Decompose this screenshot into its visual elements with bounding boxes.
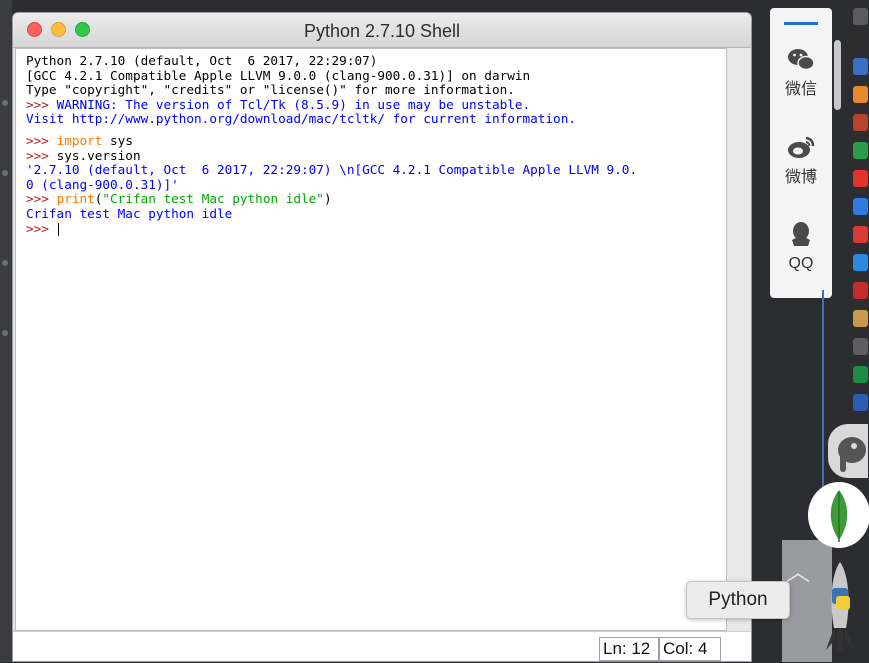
dock-app-icon[interactable] bbox=[853, 254, 868, 271]
shell-prompt: >>> bbox=[26, 132, 57, 148]
status-line-number: Ln: 12 bbox=[599, 637, 659, 661]
shell-text: sys bbox=[102, 132, 133, 148]
shell-text: print bbox=[56, 191, 95, 207]
shell-text: Python 2.7.10 (default, Oct 6 2017, 22:2… bbox=[26, 53, 378, 68]
dock-app-icon[interactable] bbox=[853, 8, 868, 25]
shell-text-area[interactable]: Python 2.7.10 (default, Oct 6 2017, 22:2… bbox=[15, 48, 727, 631]
shell-text: "Crifan test Mac python idle" bbox=[102, 191, 324, 207]
sidebar-item-weibo[interactable]: 微博 bbox=[770, 134, 832, 188]
shell-prompt: >>> bbox=[26, 191, 57, 207]
desktop-left-edge bbox=[0, 0, 12, 662]
dock-app-icon[interactable] bbox=[853, 366, 868, 383]
sidebar-item-weixin[interactable]: 微信 bbox=[770, 46, 832, 100]
desktop-dot bbox=[2, 100, 8, 106]
elephant-app-icon[interactable] bbox=[828, 424, 868, 478]
shell-text: Type "copyright", "credits" or "license(… bbox=[26, 82, 515, 98]
shell-text: import bbox=[56, 132, 103, 148]
dock-tooltip: Python bbox=[686, 581, 790, 619]
status-bar: Ln: 12 Col: 4 bbox=[13, 631, 751, 661]
shell-text: Visit http://www.python.org/download/mac… bbox=[26, 111, 576, 127]
mongodb-leaf-icon[interactable] bbox=[808, 482, 869, 548]
sidebar-item-qq[interactable]: QQ bbox=[770, 220, 832, 274]
shell-line: 0 (clang-900.0.31)]' bbox=[26, 176, 726, 193]
dock-app-icon[interactable] bbox=[853, 114, 868, 131]
desktop-dot bbox=[2, 260, 8, 266]
app-scrollbar[interactable] bbox=[834, 40, 841, 110]
shell-line: [GCC 4.2.1 Compatible Apple LLVM 9.0.0 (… bbox=[26, 67, 726, 84]
shell-line: Python 2.7.10 (default, Oct 6 2017, 22:2… bbox=[26, 53, 726, 69]
shell-line: '2.7.10 (default, Oct 6 2017, 22:29:07) … bbox=[26, 162, 726, 178]
shell-prompt: >>> bbox=[26, 147, 57, 163]
python-shell-window: Python 2.7.10 Shell Python 2.7.10 (defau… bbox=[12, 12, 752, 662]
vertical-scrollbar[interactable] bbox=[729, 48, 749, 631]
python-rocket-icon[interactable] bbox=[818, 558, 862, 658]
shell-line: Type "copyright", "credits" or "license(… bbox=[26, 82, 726, 98]
dock-app-icon[interactable] bbox=[853, 198, 868, 215]
shell-text: 0 (clang-900.0.31)]' bbox=[26, 176, 179, 192]
shell-line: Visit http://www.python.org/download/mac… bbox=[26, 112, 726, 127]
dock-app-icon[interactable] bbox=[853, 310, 868, 327]
sidebar-item-label: 微信 bbox=[784, 81, 817, 98]
shell-line: >>> sys.version bbox=[26, 147, 726, 164]
sidebar-item-label: QQ bbox=[788, 255, 814, 272]
shell-text: '2.7.10 (default, Oct 6 2017, 22:29:07) … bbox=[26, 162, 638, 178]
shell-line: >>> import sys bbox=[26, 132, 726, 149]
shell-line: >>> WARNING: The version of Tcl/Tk (8.5.… bbox=[26, 96, 726, 113]
desktop-dot bbox=[2, 330, 8, 336]
shell-text: [GCC 4.2.1 Compatible Apple LLVM 9.0.0 (… bbox=[26, 67, 531, 83]
weibo-icon bbox=[770, 134, 832, 168]
sidebar-item-label: 微博 bbox=[784, 169, 817, 186]
dock-app-icon[interactable] bbox=[853, 142, 868, 159]
window-title: Python 2.7.10 Shell bbox=[303, 21, 461, 41]
dock-app-icon[interactable] bbox=[853, 226, 868, 243]
dock-app-icon[interactable] bbox=[853, 338, 868, 355]
dock-app-icon[interactable] bbox=[853, 30, 868, 47]
shell-text: Crifan test Mac python idle bbox=[26, 205, 233, 221]
shell-text: ) bbox=[323, 191, 332, 207]
status-column-number: Col: 4 bbox=[659, 637, 721, 661]
dock-app-icon[interactable] bbox=[853, 58, 868, 75]
shell-line: Crifan test Mac python idle bbox=[26, 205, 726, 222]
desktop-dot bbox=[2, 170, 8, 176]
dock-app-icon[interactable] bbox=[853, 170, 868, 187]
active-indicator bbox=[784, 22, 818, 25]
shell-text: sys.version bbox=[56, 147, 141, 163]
dock-app-icon[interactable] bbox=[853, 86, 868, 103]
dock-icon-column bbox=[851, 0, 869, 430]
qq-icon bbox=[770, 220, 832, 254]
wechat-icon bbox=[770, 46, 832, 80]
shell-prompt: >>> bbox=[26, 96, 57, 112]
shell-prompt: >>> bbox=[26, 220, 57, 236]
dock-app-icon[interactable] bbox=[853, 394, 868, 411]
dock-app-icon[interactable] bbox=[853, 282, 868, 299]
title-bar[interactable]: Python 2.7.10 Shell bbox=[13, 13, 751, 48]
shell-line: >>> print("Crifan test Mac python idle") bbox=[26, 192, 726, 207]
chevron-up-icon[interactable]: ︿ bbox=[786, 552, 810, 587]
shell-line: >>> bbox=[26, 220, 726, 237]
text-cursor bbox=[57, 222, 59, 236]
shell-text: WARNING: The version of Tcl/Tk (8.5.9) i… bbox=[56, 96, 531, 112]
messaging-app-sidebar: 微信 微博 QQ bbox=[770, 8, 832, 298]
